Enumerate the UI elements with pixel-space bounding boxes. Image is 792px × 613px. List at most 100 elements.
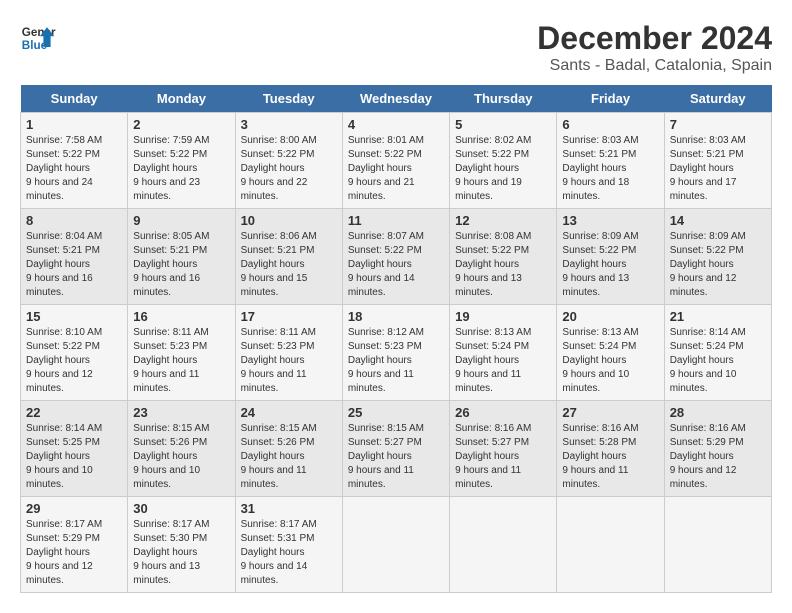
day-number: 21	[670, 309, 766, 324]
day-info: Sunrise: 8:17 AM Sunset: 5:30 PM Dayligh…	[133, 518, 229, 588]
table-row: 1 Sunrise: 7:58 AM Sunset: 5:22 PM Dayli…	[21, 113, 128, 209]
day-info: Sunrise: 8:15 AM Sunset: 5:27 PM Dayligh…	[348, 422, 444, 492]
day-number: 17	[241, 309, 337, 324]
day-number: 27	[562, 405, 658, 420]
page-title: December 2024	[537, 20, 772, 57]
table-row: 7 Sunrise: 8:03 AM Sunset: 5:21 PM Dayli…	[664, 113, 771, 209]
day-number: 7	[670, 117, 766, 132]
table-row: 19 Sunrise: 8:13 AM Sunset: 5:24 PM Dayl…	[450, 305, 557, 401]
col-tuesday: Tuesday	[235, 85, 342, 113]
header-row: Sunday Monday Tuesday Wednesday Thursday…	[21, 85, 772, 113]
day-number: 29	[26, 501, 122, 516]
day-number: 26	[455, 405, 551, 420]
day-info: Sunrise: 8:06 AM Sunset: 5:21 PM Dayligh…	[241, 230, 337, 300]
col-monday: Monday	[128, 85, 235, 113]
day-info: Sunrise: 8:11 AM Sunset: 5:23 PM Dayligh…	[133, 326, 229, 396]
calendar-week-3: 15 Sunrise: 8:10 AM Sunset: 5:22 PM Dayl…	[21, 305, 772, 401]
day-info: Sunrise: 8:08 AM Sunset: 5:22 PM Dayligh…	[455, 230, 551, 300]
day-info: Sunrise: 8:15 AM Sunset: 5:26 PM Dayligh…	[133, 422, 229, 492]
day-number: 18	[348, 309, 444, 324]
day-info: Sunrise: 7:59 AM Sunset: 5:22 PM Dayligh…	[133, 134, 229, 204]
day-info: Sunrise: 8:02 AM Sunset: 5:22 PM Dayligh…	[455, 134, 551, 204]
day-info: Sunrise: 8:03 AM Sunset: 5:21 PM Dayligh…	[562, 134, 658, 204]
title-area: December 2024 Sants - Badal, Catalonia, …	[537, 20, 772, 75]
table-row: 13 Sunrise: 8:09 AM Sunset: 5:22 PM Dayl…	[557, 209, 664, 305]
day-number: 31	[241, 501, 337, 516]
day-info: Sunrise: 8:05 AM Sunset: 5:21 PM Dayligh…	[133, 230, 229, 300]
day-info: Sunrise: 8:16 AM Sunset: 5:27 PM Dayligh…	[455, 422, 551, 492]
day-number: 15	[26, 309, 122, 324]
table-row	[557, 497, 664, 593]
table-row: 3 Sunrise: 8:00 AM Sunset: 5:22 PM Dayli…	[235, 113, 342, 209]
day-info: Sunrise: 8:04 AM Sunset: 5:21 PM Dayligh…	[26, 230, 122, 300]
col-friday: Friday	[557, 85, 664, 113]
day-info: Sunrise: 8:16 AM Sunset: 5:28 PM Dayligh…	[562, 422, 658, 492]
table-row	[342, 497, 449, 593]
col-thursday: Thursday	[450, 85, 557, 113]
table-row: 9 Sunrise: 8:05 AM Sunset: 5:21 PM Dayli…	[128, 209, 235, 305]
day-info: Sunrise: 8:13 AM Sunset: 5:24 PM Dayligh…	[455, 326, 551, 396]
header: General Blue December 2024 Sants - Badal…	[20, 20, 772, 75]
table-row: 12 Sunrise: 8:08 AM Sunset: 5:22 PM Dayl…	[450, 209, 557, 305]
table-row: 25 Sunrise: 8:15 AM Sunset: 5:27 PM Dayl…	[342, 401, 449, 497]
table-row	[450, 497, 557, 593]
logo-icon: General Blue	[20, 20, 56, 56]
day-info: Sunrise: 8:00 AM Sunset: 5:22 PM Dayligh…	[241, 134, 337, 204]
table-row: 4 Sunrise: 8:01 AM Sunset: 5:22 PM Dayli…	[342, 113, 449, 209]
day-number: 5	[455, 117, 551, 132]
table-row: 5 Sunrise: 8:02 AM Sunset: 5:22 PM Dayli…	[450, 113, 557, 209]
day-info: Sunrise: 8:11 AM Sunset: 5:23 PM Dayligh…	[241, 326, 337, 396]
day-number: 19	[455, 309, 551, 324]
day-info: Sunrise: 8:14 AM Sunset: 5:24 PM Dayligh…	[670, 326, 766, 396]
table-row: 29 Sunrise: 8:17 AM Sunset: 5:29 PM Dayl…	[21, 497, 128, 593]
day-number: 20	[562, 309, 658, 324]
table-row	[664, 497, 771, 593]
day-info: Sunrise: 8:09 AM Sunset: 5:22 PM Dayligh…	[670, 230, 766, 300]
day-info: Sunrise: 8:07 AM Sunset: 5:22 PM Dayligh…	[348, 230, 444, 300]
day-number: 11	[348, 213, 444, 228]
calendar-week-4: 22 Sunrise: 8:14 AM Sunset: 5:25 PM Dayl…	[21, 401, 772, 497]
day-number: 4	[348, 117, 444, 132]
page-subtitle: Sants - Badal, Catalonia, Spain	[537, 57, 772, 75]
table-row: 27 Sunrise: 8:16 AM Sunset: 5:28 PM Dayl…	[557, 401, 664, 497]
day-info: Sunrise: 8:17 AM Sunset: 5:31 PM Dayligh…	[241, 518, 337, 588]
day-info: Sunrise: 8:12 AM Sunset: 5:23 PM Dayligh…	[348, 326, 444, 396]
day-number: 8	[26, 213, 122, 228]
day-info: Sunrise: 8:15 AM Sunset: 5:26 PM Dayligh…	[241, 422, 337, 492]
table-row: 23 Sunrise: 8:15 AM Sunset: 5:26 PM Dayl…	[128, 401, 235, 497]
table-row: 24 Sunrise: 8:15 AM Sunset: 5:26 PM Dayl…	[235, 401, 342, 497]
day-number: 12	[455, 213, 551, 228]
table-row: 11 Sunrise: 8:07 AM Sunset: 5:22 PM Dayl…	[342, 209, 449, 305]
table-row: 15 Sunrise: 8:10 AM Sunset: 5:22 PM Dayl…	[21, 305, 128, 401]
day-info: Sunrise: 8:16 AM Sunset: 5:29 PM Dayligh…	[670, 422, 766, 492]
table-row: 6 Sunrise: 8:03 AM Sunset: 5:21 PM Dayli…	[557, 113, 664, 209]
day-info: Sunrise: 8:01 AM Sunset: 5:22 PM Dayligh…	[348, 134, 444, 204]
day-info: Sunrise: 8:14 AM Sunset: 5:25 PM Dayligh…	[26, 422, 122, 492]
logo: General Blue	[20, 20, 56, 56]
table-row: 10 Sunrise: 8:06 AM Sunset: 5:21 PM Dayl…	[235, 209, 342, 305]
calendar-header: Sunday Monday Tuesday Wednesday Thursday…	[21, 85, 772, 113]
calendar-week-1: 1 Sunrise: 7:58 AM Sunset: 5:22 PM Dayli…	[21, 113, 772, 209]
table-row: 31 Sunrise: 8:17 AM Sunset: 5:31 PM Dayl…	[235, 497, 342, 593]
table-row: 30 Sunrise: 8:17 AM Sunset: 5:30 PM Dayl…	[128, 497, 235, 593]
day-info: Sunrise: 8:09 AM Sunset: 5:22 PM Dayligh…	[562, 230, 658, 300]
day-number: 2	[133, 117, 229, 132]
table-row: 22 Sunrise: 8:14 AM Sunset: 5:25 PM Dayl…	[21, 401, 128, 497]
calendar-body: 1 Sunrise: 7:58 AM Sunset: 5:22 PM Dayli…	[21, 113, 772, 593]
table-row: 20 Sunrise: 8:13 AM Sunset: 5:24 PM Dayl…	[557, 305, 664, 401]
table-row: 26 Sunrise: 8:16 AM Sunset: 5:27 PM Dayl…	[450, 401, 557, 497]
day-number: 3	[241, 117, 337, 132]
calendar-week-2: 8 Sunrise: 8:04 AM Sunset: 5:21 PM Dayli…	[21, 209, 772, 305]
day-number: 24	[241, 405, 337, 420]
table-row: 21 Sunrise: 8:14 AM Sunset: 5:24 PM Dayl…	[664, 305, 771, 401]
table-row: 28 Sunrise: 8:16 AM Sunset: 5:29 PM Dayl…	[664, 401, 771, 497]
day-number: 28	[670, 405, 766, 420]
day-number: 23	[133, 405, 229, 420]
day-info: Sunrise: 8:13 AM Sunset: 5:24 PM Dayligh…	[562, 326, 658, 396]
day-info: Sunrise: 7:58 AM Sunset: 5:22 PM Dayligh…	[26, 134, 122, 204]
col-saturday: Saturday	[664, 85, 771, 113]
table-row: 2 Sunrise: 7:59 AM Sunset: 5:22 PM Dayli…	[128, 113, 235, 209]
day-info: Sunrise: 8:10 AM Sunset: 5:22 PM Dayligh…	[26, 326, 122, 396]
day-number: 9	[133, 213, 229, 228]
calendar-week-5: 29 Sunrise: 8:17 AM Sunset: 5:29 PM Dayl…	[21, 497, 772, 593]
